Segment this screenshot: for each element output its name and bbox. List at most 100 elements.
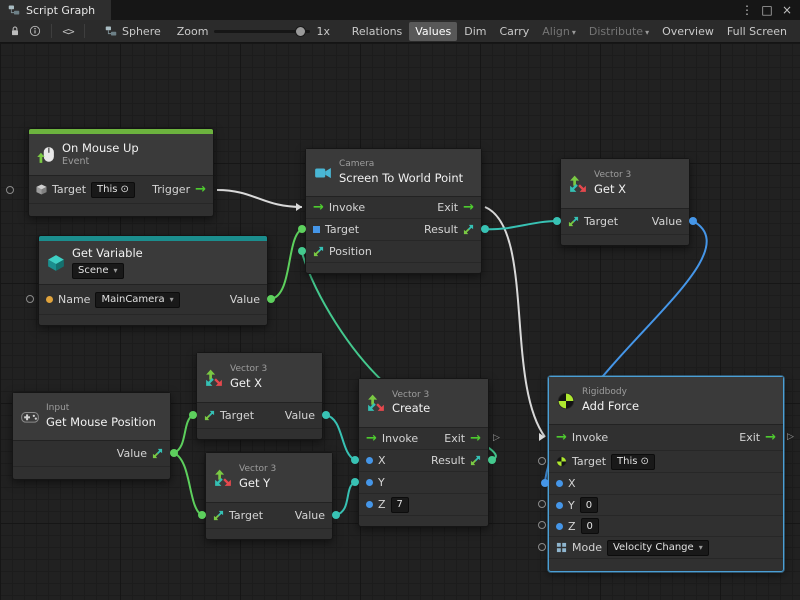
result-port-label: Result xyxy=(424,223,458,236)
node-get-x-top[interactable]: Vector 3 Get X Target Value xyxy=(560,158,690,246)
add-force-exit-port[interactable]: ▷ xyxy=(787,433,794,442)
get-y-value-port[interactable] xyxy=(332,511,340,519)
graph-context[interactable]: Sphere xyxy=(105,25,161,38)
zoom-value: 1x xyxy=(316,25,330,38)
camera-port-icon[interactable] xyxy=(313,226,320,233)
node-footer xyxy=(549,559,783,571)
flow-arrow-icon[interactable]: → xyxy=(313,201,324,214)
target-self-chip[interactable]: This⊙ xyxy=(91,182,135,198)
x-port-label: X xyxy=(568,477,576,490)
self-target-icon: ⊙ xyxy=(120,184,128,195)
vector3-port-icon[interactable] xyxy=(463,224,474,235)
vector3-port-icon[interactable] xyxy=(213,510,224,521)
stwp-position-port[interactable] xyxy=(298,247,306,255)
float-port-icon[interactable] xyxy=(366,457,373,464)
node-add-force[interactable]: Rigidbody Add Force → Invoke Exit → Targ… xyxy=(548,376,784,572)
string-port-icon[interactable] xyxy=(46,296,53,303)
relations-button[interactable]: Relations xyxy=(346,22,409,41)
mode-dropdown[interactable]: Velocity Change▾ xyxy=(607,540,709,556)
float-port-icon[interactable] xyxy=(556,502,563,509)
add-force-z-port[interactable] xyxy=(538,521,546,529)
flow-arrow-icon[interactable]: → xyxy=(463,201,474,214)
y-value-field[interactable]: 0 xyxy=(580,497,598,513)
vector3-port-icon[interactable] xyxy=(470,455,481,466)
z-value-field[interactable]: 7 xyxy=(391,497,409,513)
distribute-button[interactable]: Distribute▾ xyxy=(583,22,655,41)
get-x-top-value-port[interactable] xyxy=(689,217,697,225)
flow-arrow-icon[interactable]: → xyxy=(470,432,481,445)
stwp-target-port[interactable] xyxy=(298,225,306,233)
port-row: Y xyxy=(359,472,488,494)
code-view-button[interactable]: <> xyxy=(58,22,78,40)
create-result-port[interactable] xyxy=(488,456,496,464)
node-get-x-mid[interactable]: Vector 3 Get X Target Value xyxy=(196,352,323,440)
maximize-icon[interactable]: □ xyxy=(757,0,777,20)
z-value-field[interactable]: 0 xyxy=(581,518,599,534)
variable-name-dropdown[interactable]: MainCamera▾ xyxy=(95,292,179,308)
target-self-chip[interactable]: This⊙ xyxy=(611,454,655,470)
flow-arrow-icon[interactable]: → xyxy=(765,431,776,444)
node-on-mouse-up[interactable]: On Mouse Up Event Target This⊙ Trigger → xyxy=(28,128,214,217)
create-exit-port[interactable]: ▷ xyxy=(493,434,500,443)
node-create-vector3[interactable]: Vector 3 Create → Invoke Exit → X Result… xyxy=(358,378,489,527)
get-variable-name-port[interactable] xyxy=(26,295,34,303)
vector3-port-icon[interactable] xyxy=(204,410,215,421)
info-button[interactable] xyxy=(25,22,45,40)
get-x-mid-target-port[interactable] xyxy=(189,411,197,419)
window-menu-icon[interactable]: ⋮ xyxy=(737,0,757,20)
node-get-y[interactable]: Vector 3 Get Y Target Value xyxy=(205,452,333,540)
port-row: Target Result xyxy=(306,219,481,241)
create-y-port[interactable] xyxy=(351,478,359,486)
add-force-y-port[interactable] xyxy=(538,500,546,508)
get-y-target-port[interactable] xyxy=(198,511,206,519)
create-x-port[interactable] xyxy=(351,456,359,464)
vector3-port-icon[interactable] xyxy=(313,246,324,257)
node-get-mouse-position[interactable]: Input Get Mouse Position Value xyxy=(12,392,171,480)
float-port-icon[interactable] xyxy=(366,501,373,508)
flow-arrow-icon[interactable]: → xyxy=(366,432,377,445)
wire-variable-to-target xyxy=(271,229,302,299)
add-force-target-port[interactable] xyxy=(538,457,546,465)
vector3-port-icon[interactable] xyxy=(152,448,163,459)
add-force-mode-port[interactable] xyxy=(538,543,546,551)
port-row: Mode Velocity Change▾ xyxy=(549,537,783,559)
port-row: Z 7 xyxy=(359,494,488,516)
graph-canvas[interactable]: On Mouse Up Event Target This⊙ Trigger →… xyxy=(0,43,800,600)
float-port-icon[interactable] xyxy=(556,523,563,530)
port-row: Target This⊙ xyxy=(549,451,783,473)
value-port-label: Value xyxy=(295,509,325,522)
node-get-variable[interactable]: Get Variable Scene▾ Name MainCamera▾ Val… xyxy=(38,235,268,326)
flow-arrow-icon[interactable]: → xyxy=(556,431,567,444)
mouse-position-value-port[interactable] xyxy=(170,449,178,457)
overview-button[interactable]: Overview xyxy=(656,22,720,41)
carry-button[interactable]: Carry xyxy=(493,22,535,41)
rigidbody-port-icon[interactable] xyxy=(556,456,567,467)
zoom-slider[interactable] xyxy=(214,30,310,33)
toolbar-buttons: Relations Values Dim Carry Align▾ Distri… xyxy=(346,22,795,41)
vector3-port-icon[interactable] xyxy=(568,216,579,227)
align-button[interactable]: Align▾ xyxy=(536,22,582,41)
close-icon[interactable]: × xyxy=(777,0,797,20)
get-variable-value-port[interactable] xyxy=(267,295,275,303)
get-x-top-target-port[interactable] xyxy=(553,217,561,225)
node-footer xyxy=(306,263,481,273)
get-x-mid-value-port[interactable] xyxy=(322,411,330,419)
float-port-icon[interactable] xyxy=(366,479,373,486)
enum-port-icon[interactable] xyxy=(556,542,567,553)
variable-scope-dropdown[interactable]: Scene▾ xyxy=(72,263,124,279)
add-force-x-port[interactable] xyxy=(541,479,549,487)
tab-script-graph[interactable]: Script Graph xyxy=(0,0,111,20)
exit-port-label: Exit xyxy=(437,201,458,214)
zoom-slider-handle[interactable] xyxy=(295,26,306,37)
window-tab-bar: Script Graph ⋮ □ × xyxy=(0,0,800,20)
lock-button[interactable] xyxy=(5,22,25,40)
fullscreen-button[interactable]: Full Screen xyxy=(721,22,793,41)
values-button[interactable]: Values xyxy=(409,22,457,41)
node-screen-to-world-point[interactable]: Camera Screen To World Point → Invoke Ex… xyxy=(305,148,482,274)
z-port-label: Z xyxy=(378,498,386,511)
float-port-icon[interactable] xyxy=(556,480,563,487)
stwp-result-port[interactable] xyxy=(481,225,489,233)
flow-arrow-icon[interactable]: → xyxy=(195,183,206,196)
dim-button[interactable]: Dim xyxy=(458,22,492,41)
on-mouse-up-target-port[interactable] xyxy=(6,186,14,194)
